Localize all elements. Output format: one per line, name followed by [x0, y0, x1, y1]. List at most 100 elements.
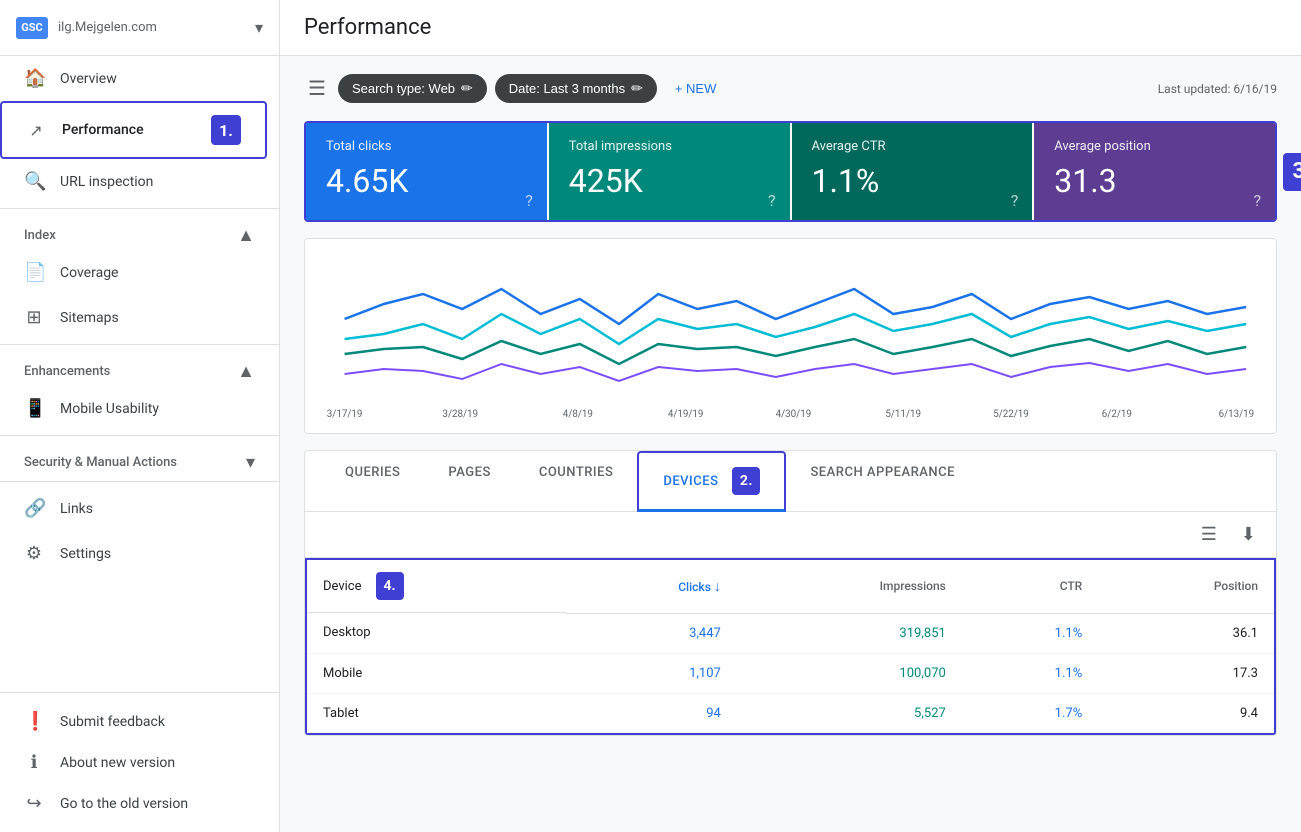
- table-header: Device 4. Clicks ↓ Impressions CTR Posit…: [306, 559, 1275, 613]
- tab-pages[interactable]: PAGES: [424, 451, 514, 512]
- tab-countries[interactable]: COUNTRIES: [515, 451, 638, 512]
- new-button[interactable]: + NEW: [665, 75, 727, 102]
- clicks-desktop[interactable]: 3,447: [566, 613, 737, 653]
- sidebar-item-label: Coverage: [60, 265, 118, 281]
- submit-feedback-item[interactable]: ❗ Submit feedback: [0, 701, 279, 742]
- enhancements-chevron-icon: ▲: [237, 361, 255, 382]
- logo-text: ilg.Mejgelen.com: [58, 20, 245, 35]
- th-device: Device 4.: [307, 560, 566, 613]
- th-position[interactable]: Position: [1098, 559, 1275, 613]
- svg-text:6/2/19: 6/2/19: [1102, 409, 1132, 419]
- svg-text:4/30/19: 4/30/19: [776, 409, 812, 419]
- about-new-version-item[interactable]: ℹ About new version: [0, 742, 279, 783]
- sidebar-item-label: Mobile Usability: [60, 401, 159, 417]
- metric-value-clicks: 4.65K: [326, 162, 527, 200]
- sort-down-icon: ↓: [714, 579, 721, 595]
- divider: [0, 208, 279, 209]
- security-section[interactable]: Security & Manual Actions ▾: [0, 440, 279, 477]
- tab-search-appearance[interactable]: SEARCH APPEARANCE: [786, 451, 979, 512]
- metric-value-impressions: 425K: [569, 162, 770, 200]
- divider: [0, 481, 279, 482]
- date-edit-icon: ✏: [631, 80, 643, 97]
- metric-cards-container: Total clicks 4.65K ? Total impressions 4…: [304, 121, 1277, 222]
- links-icon: 🔗: [24, 498, 44, 519]
- th-ctr[interactable]: CTR: [962, 559, 1098, 613]
- enhancements-section-label: Enhancements: [24, 364, 110, 379]
- info-icon: ℹ: [24, 752, 44, 773]
- mobile-icon: 📱: [24, 398, 44, 419]
- sidebar-item-url-inspection[interactable]: 🔍 URL inspection: [0, 159, 267, 204]
- go-to-old-version-item[interactable]: ↪ Go to the old version: [0, 783, 279, 824]
- sidebar-item-sitemaps[interactable]: ⊞ Sitemaps: [0, 295, 267, 340]
- help-icon-impressions[interactable]: ?: [768, 191, 776, 210]
- impressions-mobile[interactable]: 100,070: [737, 653, 962, 693]
- svg-text:5/11/19: 5/11/19: [885, 409, 921, 419]
- search-type-edit-icon: ✏: [461, 80, 473, 97]
- device-name-tablet: Tablet: [306, 693, 566, 734]
- tab-queries[interactable]: QUERIES: [321, 451, 424, 512]
- device-name-mobile: Mobile: [306, 653, 566, 693]
- date-label: Date: Last 3 months: [509, 81, 625, 96]
- sidebar-nav: 🏠 Overview ↗ Performance 1. 🔍 URL inspec…: [0, 56, 279, 692]
- enhancements-section[interactable]: Enhancements ▲: [0, 349, 279, 386]
- search-type-chip[interactable]: Search type: Web ✏: [338, 74, 487, 103]
- sidebar-item-performance[interactable]: ↗ Performance 1.: [0, 101, 267, 159]
- sidebar: GSC ilg.Mejgelen.com ▾ 🏠 Overview ↗ Perf…: [0, 0, 280, 832]
- help-icon-ctr[interactable]: ?: [1011, 191, 1019, 210]
- ctr-desktop[interactable]: 1.1%: [962, 613, 1098, 653]
- metric-label-ctr: Average CTR: [812, 139, 1013, 154]
- logo-icon: GSC: [16, 17, 48, 39]
- metric-label-clicks: Total clicks: [326, 139, 527, 154]
- metric-card-clicks[interactable]: Total clicks 4.65K ?: [306, 123, 547, 220]
- annotation-badge-3: 3.: [1283, 153, 1301, 191]
- position-mobile: 17.3: [1098, 653, 1275, 693]
- devices-table: Device 4. Clicks ↓ Impressions CTR Posit…: [305, 558, 1276, 735]
- ctr-tablet[interactable]: 1.7%: [962, 693, 1098, 734]
- svg-text:3/17/19: 3/17/19: [327, 409, 363, 419]
- help-icon-clicks[interactable]: ?: [525, 191, 533, 210]
- th-impressions[interactable]: Impressions: [737, 559, 962, 613]
- about-new-version-label: About new version: [60, 755, 175, 771]
- sidebar-item-overview[interactable]: 🏠 Overview: [0, 56, 267, 101]
- tab-devices[interactable]: DEVICES 2.: [637, 451, 786, 512]
- clicks-mobile[interactable]: 1,107: [566, 653, 737, 693]
- performance-chart: 3/17/19 3/28/19 4/8/19 4/19/19 4/30/19 5…: [325, 259, 1256, 419]
- sidebar-item-coverage[interactable]: 📄 Coverage: [0, 250, 267, 295]
- index-section[interactable]: Index ▲: [0, 213, 279, 250]
- sidebar-item-mobile-usability[interactable]: 📱 Mobile Usability: [0, 386, 267, 431]
- sidebar-item-label: Sitemaps: [60, 310, 119, 326]
- sidebar-item-links[interactable]: 🔗 Links: [0, 486, 267, 531]
- filter-icon-button[interactable]: ☰: [304, 72, 330, 105]
- impressions-tablet[interactable]: 5,527: [737, 693, 962, 734]
- feedback-icon: ❗: [24, 711, 44, 732]
- impressions-desktop[interactable]: 319,851: [737, 613, 962, 653]
- date-chip[interactable]: Date: Last 3 months ✏: [495, 74, 657, 103]
- sidebar-item-label: URL inspection: [60, 174, 153, 190]
- download-button[interactable]: ⬇: [1237, 520, 1260, 549]
- performance-icon: ↗: [26, 121, 46, 140]
- toolbar: ☰ Search type: Web ✏ Date: Last 3 months…: [304, 72, 1277, 105]
- sidebar-item-label: Links: [60, 501, 93, 517]
- clicks-tablet[interactable]: 94: [566, 693, 737, 734]
- annotation-badge-2: 2.: [732, 467, 760, 495]
- sidebar-item-settings[interactable]: ⚙ Settings: [0, 531, 267, 576]
- home-icon: 🏠: [24, 68, 44, 89]
- security-chevron-icon: ▾: [246, 452, 255, 473]
- last-updated: Last updated: 6/16/19: [1158, 82, 1277, 96]
- metric-card-position[interactable]: Average position 31.3 ?: [1034, 123, 1275, 220]
- position-tablet: 9.4: [1098, 693, 1275, 734]
- logo-chevron-icon[interactable]: ▾: [255, 18, 263, 37]
- settings-icon: ⚙: [24, 543, 44, 564]
- annotation-badge-1: 1.: [211, 115, 241, 145]
- filter-rows-button[interactable]: ☰: [1197, 520, 1221, 549]
- ctr-mobile[interactable]: 1.1%: [962, 653, 1098, 693]
- search-type-label: Search type: Web: [352, 81, 455, 96]
- main-body: ☰ Search type: Web ✏ Date: Last 3 months…: [280, 56, 1301, 832]
- th-clicks[interactable]: Clicks ↓: [566, 559, 737, 613]
- metric-card-impressions[interactable]: Total impressions 425K ?: [549, 123, 790, 220]
- metric-card-ctr[interactable]: Average CTR 1.1% ?: [792, 123, 1033, 220]
- help-icon-position[interactable]: ?: [1253, 191, 1261, 210]
- sitemaps-icon: ⊞: [24, 307, 44, 328]
- index-section-label: Index: [24, 228, 56, 243]
- old-version-icon: ↪: [24, 793, 44, 814]
